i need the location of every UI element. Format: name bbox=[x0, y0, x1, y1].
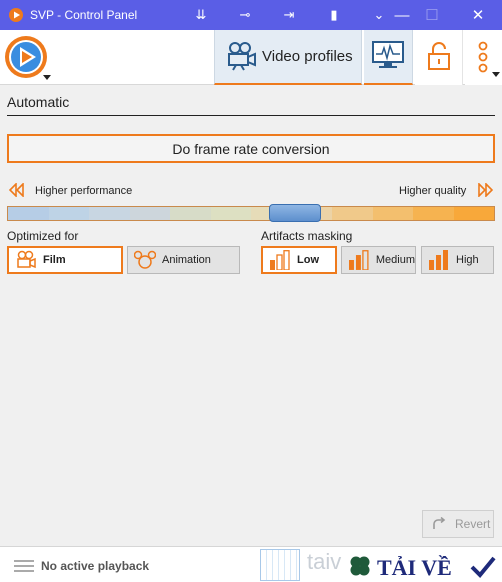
double-chevron-right-icon[interactable] bbox=[477, 183, 493, 197]
masking-medium-label: Medium bbox=[375, 254, 415, 266]
profile-name[interactable]: Automatic bbox=[7, 94, 69, 110]
masking-high-button[interactable]: High bbox=[421, 246, 494, 274]
pin-icon[interactable]: ⊸ bbox=[236, 6, 254, 24]
mouse-ears-icon bbox=[134, 250, 156, 269]
clover-icon bbox=[350, 556, 370, 576]
window-title: SVP - Control Panel bbox=[30, 8, 138, 22]
maximize-button: ☐ bbox=[425, 7, 439, 24]
tab-lock[interactable] bbox=[415, 30, 463, 85]
bars-medium-icon bbox=[348, 250, 369, 270]
film-button[interactable]: Film bbox=[7, 246, 123, 274]
animation-button[interactable]: Animation bbox=[127, 246, 240, 274]
film-label: Film bbox=[43, 254, 66, 266]
double-chevron-left-icon[interactable] bbox=[9, 183, 25, 197]
watermark-brand: TẢI VỀ bbox=[377, 555, 452, 580]
video-camera-icon bbox=[228, 42, 256, 71]
close-button[interactable]: ✕ bbox=[460, 0, 496, 30]
quality-slider-track[interactable] bbox=[7, 206, 495, 221]
quality-slider-thumb[interactable] bbox=[269, 204, 321, 222]
watermark: taiv TẢI VỀ bbox=[305, 549, 502, 582]
main-toolbar: Video profiles bbox=[0, 30, 502, 85]
lock-icon bbox=[428, 42, 450, 70]
tab-more[interactable] bbox=[465, 30, 502, 85]
tab-video-profiles[interactable]: Video profiles bbox=[214, 30, 362, 85]
monitor-icon bbox=[372, 41, 404, 68]
checkmark-icon bbox=[470, 556, 496, 578]
revert-button: Revert bbox=[422, 510, 494, 538]
frame-rate-conversion-button[interactable]: Do frame rate conversion bbox=[7, 134, 495, 163]
artifacts-masking-label: Artifacts masking bbox=[261, 229, 353, 243]
watermark-faint-text: taiv bbox=[307, 549, 342, 574]
hamburger-menu-icon[interactable] bbox=[14, 559, 34, 573]
collapse-down-icon[interactable]: ⇊ bbox=[192, 6, 210, 24]
higher-quality-label: Higher quality bbox=[399, 185, 467, 197]
tab-video-profiles-label: Video profiles bbox=[262, 48, 353, 65]
masking-low-label: Low bbox=[297, 254, 319, 266]
revert-label: Revert bbox=[455, 517, 491, 531]
svp-logo-icon[interactable] bbox=[3, 33, 53, 83]
masking-medium-button[interactable]: Medium bbox=[341, 246, 416, 274]
bars-high-icon bbox=[429, 250, 448, 270]
title-bar: SVP - Control Panel ⇊ ⊸ ⇥ ▮ ⌄ — ☐ ✕ bbox=[0, 0, 502, 30]
sidebar-icon[interactable]: ▮ bbox=[325, 6, 343, 24]
more-vertical-icon bbox=[478, 41, 500, 77]
status-text: No active playback bbox=[41, 559, 150, 573]
higher-performance-label: Higher performance bbox=[35, 185, 133, 197]
masking-low-button[interactable]: Low bbox=[261, 246, 337, 274]
status-bar: No active playback taiv TẢI VỀ bbox=[0, 546, 502, 582]
sign-in-icon[interactable]: ⇥ bbox=[280, 6, 298, 24]
profile-name-underline bbox=[7, 115, 495, 116]
revert-arrow-icon bbox=[433, 517, 446, 529]
masking-high-label: High bbox=[456, 254, 479, 266]
playback-graph bbox=[260, 549, 300, 581]
animation-label: Animation bbox=[162, 254, 211, 266]
tab-monitor[interactable] bbox=[364, 30, 413, 85]
svp-app-icon bbox=[9, 8, 23, 22]
optimized-for-label: Optimized for bbox=[7, 229, 79, 243]
film-camera-icon bbox=[17, 250, 36, 269]
bars-low-icon bbox=[270, 250, 290, 270]
